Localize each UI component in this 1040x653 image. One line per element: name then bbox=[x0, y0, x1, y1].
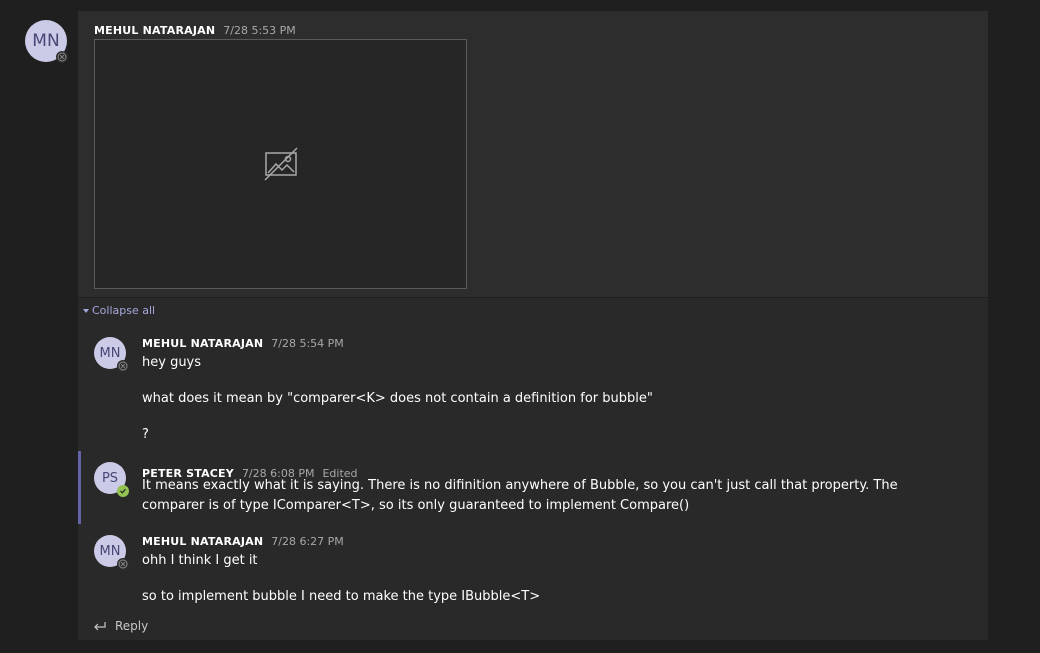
caret-down-icon bbox=[83, 308, 89, 313]
reply-label: Reply bbox=[115, 619, 149, 633]
broken-image-icon bbox=[263, 147, 298, 181]
message-thread: MEHUL NATARAJAN 7/28 5:53 PM Collapse al… bbox=[78, 11, 988, 640]
avatar-initials: MN bbox=[99, 345, 121, 361]
message-body: hey guys what does it mean by "comparer<… bbox=[142, 353, 952, 445]
offline-status-icon bbox=[56, 51, 68, 63]
author-name[interactable]: MEHUL NATARAJAN bbox=[142, 337, 263, 350]
divider bbox=[78, 297, 988, 298]
message-line: ? bbox=[142, 427, 149, 442]
message-header: MEHUL NATARAJAN 7/28 6:27 PM bbox=[142, 535, 344, 548]
author-name[interactable]: MEHUL NATARAJAN bbox=[94, 24, 215, 37]
offline-status-icon bbox=[117, 558, 129, 570]
message-line: hey guys bbox=[142, 355, 202, 370]
avatar[interactable]: MN bbox=[94, 337, 129, 372]
message-line: ohh I think I get it bbox=[142, 553, 258, 568]
offline-status-icon bbox=[117, 360, 129, 372]
available-status-icon bbox=[117, 485, 129, 497]
timestamp: 7/28 6:27 PM bbox=[271, 535, 344, 548]
root-post: MEHUL NATARAJAN 7/28 5:53 PM bbox=[78, 11, 988, 297]
message-body: ohh I think I get it so to implement bub… bbox=[142, 551, 952, 607]
avatar-initials: MN bbox=[32, 31, 60, 51]
unread-accent-bar bbox=[78, 451, 81, 524]
reply-message: PS PETER STACEY 7/28 6:08 PM Edited It m… bbox=[78, 451, 988, 524]
timestamp: 7/28 5:53 PM bbox=[223, 24, 296, 37]
avatar-initials: PS bbox=[101, 470, 119, 486]
image-attachment[interactable] bbox=[94, 39, 467, 289]
reply-message: MN MEHUL NATARAJAN 7/28 6:27 PM ohh I th… bbox=[78, 535, 988, 607]
reply-arrow-icon bbox=[94, 622, 106, 631]
avatar[interactable]: PS bbox=[94, 462, 129, 497]
message-header: MEHUL NATARAJAN 7/28 5:54 PM bbox=[142, 337, 344, 350]
post-header: MEHUL NATARAJAN 7/28 5:53 PM bbox=[94, 24, 296, 37]
timestamp: 7/28 5:54 PM bbox=[271, 337, 344, 350]
author-name[interactable]: MEHUL NATARAJAN bbox=[142, 535, 263, 548]
collapse-label: Collapse all bbox=[92, 304, 156, 317]
reply-message: MN MEHUL NATARAJAN 7/28 5:54 PM hey guys… bbox=[78, 337, 988, 447]
avatar[interactable]: MN bbox=[25, 20, 68, 63]
message-line: It means exactly what it is saying. Ther… bbox=[142, 478, 898, 513]
reply-button[interactable]: Reply bbox=[93, 619, 148, 633]
message-body: It means exactly what it is saying. Ther… bbox=[142, 476, 952, 516]
avatar-initials: MN bbox=[99, 543, 121, 559]
avatar[interactable]: MN bbox=[94, 535, 129, 570]
message-line: what does it mean by "comparer<K> does n… bbox=[142, 391, 653, 406]
message-line: so to implement bubble I need to make th… bbox=[142, 589, 541, 604]
collapse-all-button[interactable]: Collapse all bbox=[83, 304, 155, 317]
